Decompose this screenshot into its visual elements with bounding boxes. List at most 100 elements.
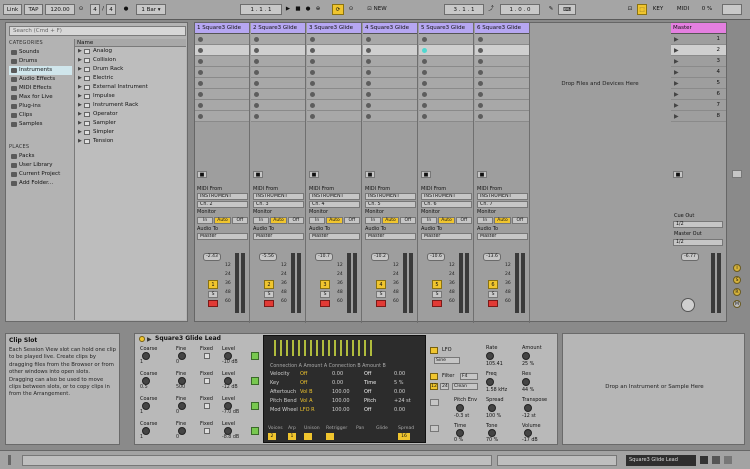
overdub-icon[interactable]: ⊕ [314, 4, 322, 15]
clip-slot-stop-icon[interactable] [198, 70, 203, 75]
category-midi-effects[interactable]: MIDI Effects [9, 84, 72, 93]
io-toggle-button[interactable] [732, 170, 742, 178]
mod-matrix-cell[interactable]: 0.00 [332, 370, 364, 379]
clip-slot-stop-icon[interactable] [366, 81, 371, 86]
category-audio-effects[interactable]: Audio Effects [9, 75, 72, 84]
clip-slot-stop-icon[interactable] [366, 92, 371, 97]
list-item[interactable]: ▶ Drum Rack [75, 65, 186, 74]
clip-slot[interactable] [307, 45, 361, 56]
clip-slot[interactable] [475, 78, 529, 89]
track-volume-field[interactable]: -10.2 [371, 253, 389, 261]
scene-launch-icon[interactable]: ▶ [674, 80, 679, 87]
midi-channel-select[interactable]: Ch. 6 [421, 201, 472, 208]
track-solo-button[interactable]: S [376, 291, 386, 298]
track-activator-button[interactable]: 3 [320, 280, 330, 289]
clip-slot[interactable] [251, 100, 305, 111]
mod-matrix-cell[interactable]: Off [300, 379, 332, 388]
list-item[interactable]: ▶ Operator [75, 110, 186, 119]
signature-denominator[interactable]: 4 [106, 4, 116, 15]
mod-matrix-cell[interactable]: 100.00 [332, 397, 364, 406]
fixed-checkbox[interactable] [204, 403, 210, 409]
clip-slot[interactable] [251, 67, 305, 78]
loop-switch-icon[interactable]: ⤴ [486, 4, 496, 15]
fixed-checkbox[interactable] [204, 378, 210, 384]
expand-arrow-icon[interactable]: ▶ [78, 128, 82, 137]
track-solo-button[interactable]: S [432, 291, 442, 298]
device-play-icon[interactable]: ▶ [147, 335, 152, 345]
midi-from-select[interactable]: INSTRUMENT [253, 193, 304, 200]
clip-slot-stop-icon[interactable] [310, 81, 315, 86]
monitor-in-button[interactable]: In [421, 217, 438, 224]
list-item[interactable]: ▶ Electric [75, 74, 186, 83]
clip-slot-stop-icon[interactable] [310, 48, 315, 53]
info-toggle-icon[interactable] [723, 456, 732, 464]
volume-knob[interactable] [524, 429, 532, 437]
midi-from-select[interactable]: INSTRUMENT [197, 193, 248, 200]
play-icon[interactable]: ▶ [284, 4, 292, 15]
scene-launch-icon[interactable]: ▶ [674, 58, 679, 65]
slope-24-button[interactable]: 24 [440, 383, 449, 390]
clip-slot-stop-icon[interactable] [422, 92, 427, 97]
monitor-off-button[interactable]: Off [231, 217, 248, 224]
expand-arrow-icon[interactable]: ▶ [78, 101, 82, 110]
track-title[interactable]: 3 Square3 Glide [307, 23, 361, 34]
monitor-auto-button[interactable]: Auto [438, 217, 455, 224]
clip-slot-stop-icon[interactable] [198, 37, 203, 42]
time-knob[interactable] [456, 429, 464, 437]
expand-arrow-icon[interactable]: ▶ [78, 119, 82, 128]
clip-slot-stop-icon[interactable] [478, 70, 483, 75]
mod-matrix-cell[interactable]: 0.00 [394, 406, 420, 415]
scene-slot[interactable]: ▶ 6 [671, 89, 726, 100]
clip-slot-stop-icon[interactable] [254, 114, 259, 119]
scene-slot[interactable]: ▶ 1 [671, 34, 726, 45]
clip-slot[interactable] [419, 78, 473, 89]
midi-channel-select[interactable]: Ch. 5 [365, 201, 416, 208]
spread-knob[interactable] [488, 404, 496, 412]
scene-launch-icon[interactable]: ▶ [674, 69, 679, 76]
mod-matrix-cell[interactable]: Off [300, 370, 332, 379]
audio-to-select[interactable]: Master [477, 233, 528, 240]
clip-slot[interactable] [195, 100, 249, 111]
monitor-auto-button[interactable]: Auto [214, 217, 231, 224]
track-title[interactable]: 5 Square3 Glide [419, 23, 473, 34]
clip-slot-stop-icon[interactable] [366, 37, 371, 42]
clip-slot-stop-icon[interactable] [310, 92, 315, 97]
track-title[interactable]: 1 Square3 Glide [195, 23, 249, 34]
monitor-in-button[interactable]: In [197, 217, 214, 224]
track-arm-button[interactable] [488, 300, 498, 307]
midi-from-select[interactable]: INSTRUMENT [477, 193, 528, 200]
clip-slot-stop-icon[interactable] [422, 48, 427, 53]
key-map-icon[interactable]: ⊡ [625, 4, 635, 15]
browser-toggle-icon[interactable] [8, 455, 11, 465]
clip-slot-stop-icon[interactable] [366, 59, 371, 64]
clip-slot[interactable] [251, 56, 305, 67]
tempo-field[interactable]: 120.00 [45, 4, 75, 15]
automation-arm-icon[interactable]: ⟳ [332, 4, 344, 15]
clip-slot[interactable] [363, 100, 417, 111]
monitor-off-button[interactable]: Off [511, 217, 528, 224]
loop-start-field[interactable]: 3 . 1 . 1 [444, 4, 484, 15]
clip-slot[interactable] [251, 78, 305, 89]
track-arm-button[interactable] [376, 300, 386, 307]
clip-slot[interactable] [307, 67, 361, 78]
list-item[interactable]: ▶ Simpler [75, 128, 186, 137]
fine-knob[interactable] [178, 352, 186, 360]
clip-slot[interactable] [363, 78, 417, 89]
list-item[interactable]: ▶ Collision [75, 56, 186, 65]
scene-launch-icon[interactable]: ▶ [674, 36, 679, 43]
mod-matrix-cell[interactable]: Off [364, 406, 394, 415]
expand-arrow-icon[interactable]: ▶ [78, 74, 82, 83]
track-stop-button[interactable]: ■ [365, 171, 375, 178]
track-arm-button[interactable] [208, 300, 218, 307]
mod-matrix-cell[interactable]: Pitch [364, 397, 394, 406]
monitor-auto-button[interactable]: Auto [494, 217, 511, 224]
track-arm-button[interactable] [320, 300, 330, 307]
cue-volume-knob[interactable] [681, 298, 695, 312]
clip-slot-stop-icon[interactable] [478, 92, 483, 97]
clip-slot-stop-icon[interactable] [198, 92, 203, 97]
clip-slot[interactable] [251, 111, 305, 122]
mod-matrix-cell[interactable]: Vol A [300, 397, 332, 406]
clip-slot-stop-icon[interactable] [310, 59, 315, 64]
metronome-icon[interactable]: ⊙ [76, 4, 86, 15]
track-solo-button[interactable]: S [320, 291, 330, 298]
